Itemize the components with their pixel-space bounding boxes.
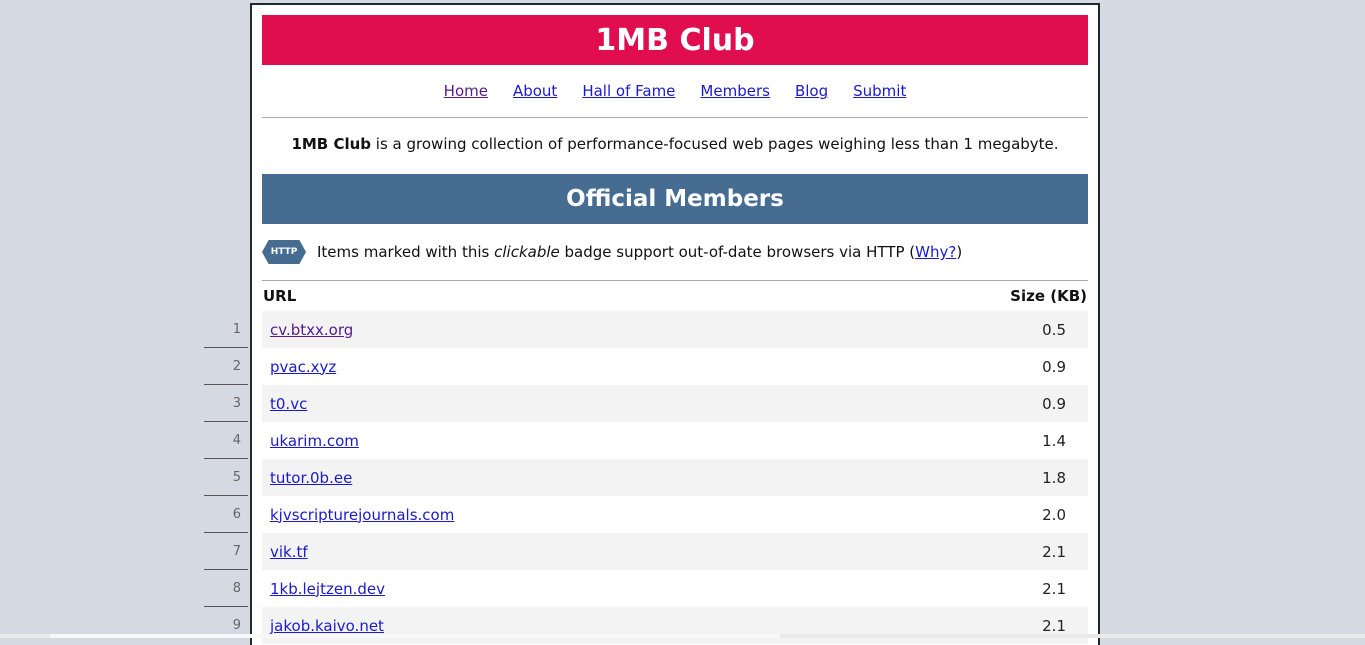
site-title: 1MB Club <box>595 22 755 58</box>
line-number: 2 <box>204 348 248 385</box>
member-link[interactable]: jakob.kaivo.net <box>270 617 384 635</box>
table-header-row: URL Size (KB) <box>262 281 1088 311</box>
column-header-url[interactable]: URL <box>262 281 855 311</box>
line-number: 5 <box>204 459 248 496</box>
note-part: badge support out-of-date browsers via H… <box>559 243 916 261</box>
table-row: tutor.0b.ee 1.8 <box>262 459 1088 496</box>
note-part: ) <box>956 243 963 261</box>
member-size: 2.1 <box>854 533 1088 570</box>
intro-text: 1MB Club is a growing collection of perf… <box>262 118 1088 157</box>
nav-blog[interactable]: Blog <box>795 82 828 103</box>
member-size: 0.9 <box>854 385 1088 422</box>
member-link[interactable]: vik.tf <box>270 543 308 561</box>
member-size: 1.8 <box>854 459 1088 496</box>
member-link[interactable]: ukarim.com <box>270 432 359 450</box>
note-emphasis: clickable <box>494 243 560 261</box>
table-row: t0.vc 0.9 <box>262 385 1088 422</box>
member-link[interactable]: tutor.0b.ee <box>270 469 352 487</box>
table-row: pvac.xyz 0.9 <box>262 348 1088 385</box>
section-title: Official Members <box>566 186 784 212</box>
table-row: kjvscripturejournals.com 2.0 <box>262 496 1088 533</box>
nav-hall-of-fame[interactable]: Hall of Fame <box>582 82 675 103</box>
line-number: 4 <box>204 422 248 459</box>
member-link[interactable]: cv.btxx.org <box>270 321 353 339</box>
intro-brand: 1MB Club <box>291 135 372 153</box>
table-row: vik.tf 2.1 <box>262 533 1088 570</box>
section-heading: Official Members <box>262 174 1088 224</box>
line-number: 9 <box>232 618 241 633</box>
nav-submit[interactable]: Submit <box>853 82 906 103</box>
table-row: ukarim.com 1.4 <box>262 422 1088 459</box>
horizontal-scrollbar[interactable] <box>0 634 1365 638</box>
table-row: jakob.kaivo.net 2.1 <box>262 607 1088 644</box>
note-part: Items marked with this <box>317 243 495 261</box>
line-number: 8 <box>204 570 248 607</box>
intro-description: is a growing collection of performance-f… <box>371 135 1059 153</box>
nav-members[interactable]: Members <box>700 82 770 103</box>
line-number: 7 <box>204 533 248 570</box>
member-size: 2.1 <box>1042 579 1066 598</box>
main-nav: Home About Hall of Fame Members Blog Sub… <box>262 67 1088 103</box>
member-link[interactable]: pvac.xyz <box>270 358 336 376</box>
member-size: 0.9 <box>1042 357 1066 376</box>
member-size: 2.0 <box>1042 505 1066 524</box>
http-badge-note: HTTP Items marked with this clickable ba… <box>262 224 1088 280</box>
line-number: 6 <box>204 496 248 533</box>
member-size: 2.1 <box>854 607 1088 644</box>
member-link[interactable]: 1kb.lejtzen.dev <box>270 580 385 598</box>
member-link[interactable]: t0.vc <box>270 395 307 413</box>
member-size: 1.4 <box>1042 431 1066 450</box>
line-number: 1 <box>204 311 248 348</box>
line-number-gutter: 1 2 3 4 5 6 7 8 9 <box>204 311 248 644</box>
http-badge-label: HTTP <box>270 247 298 257</box>
why-link[interactable]: Why? <box>915 243 956 261</box>
table-row: cv.btxx.org 0.5 <box>262 311 1088 348</box>
page-container: 1MB Club Home About Hall of Fame Members… <box>250 3 1100 645</box>
members-table: URL Size (KB) cv.btxx.org 0.5 pvac.xyz 0… <box>262 281 1088 644</box>
table-row: 1kb.lejtzen.dev 2.1 <box>262 570 1088 607</box>
member-link[interactable]: kjvscripturejournals.com <box>270 506 454 524</box>
http-badge-icon[interactable]: HTTP <box>262 240 306 264</box>
note-text: Items marked with this clickable badge s… <box>317 243 962 261</box>
nav-about[interactable]: About <box>513 82 557 103</box>
member-size: 0.5 <box>854 311 1088 348</box>
site-banner: 1MB Club <box>262 15 1088 65</box>
line-number: 3 <box>204 385 248 422</box>
nav-home[interactable]: Home <box>444 82 488 103</box>
scrollbar-thumb[interactable] <box>50 634 780 638</box>
column-header-size[interactable]: Size (KB) <box>855 281 1088 311</box>
